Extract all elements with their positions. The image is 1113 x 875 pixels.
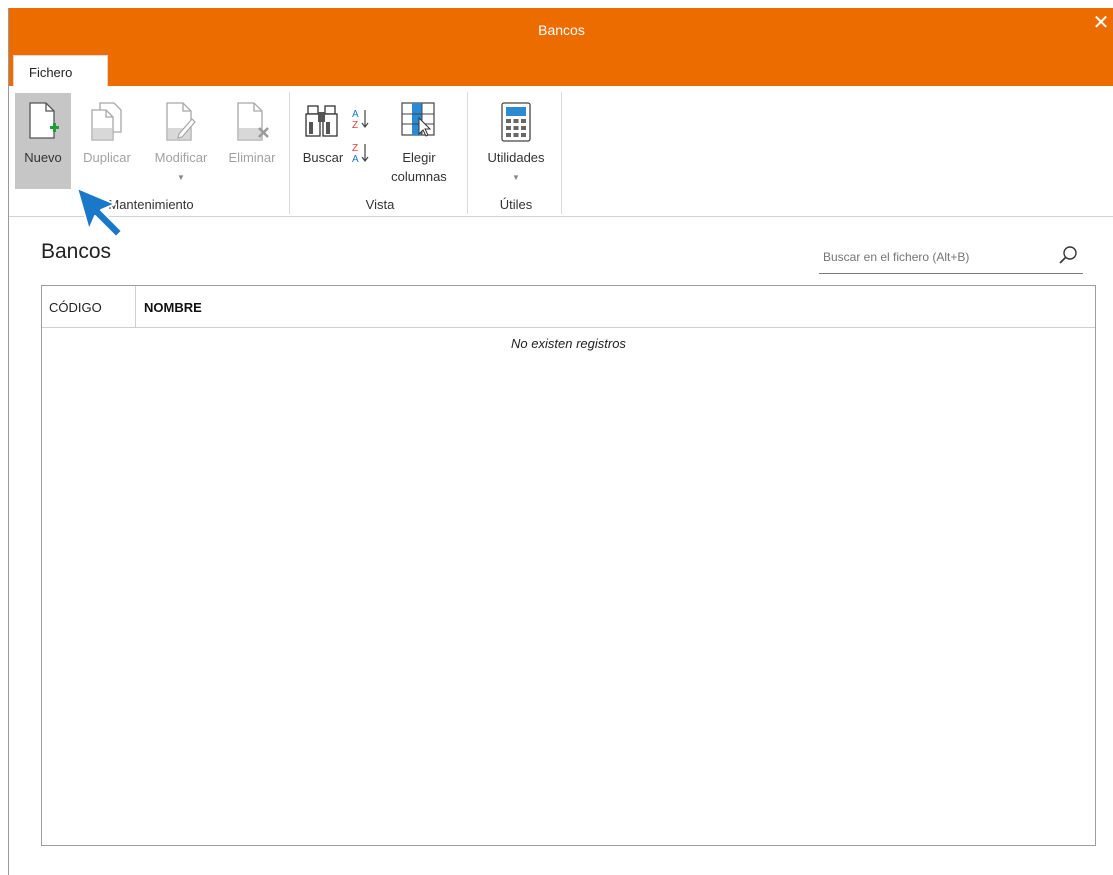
search-icon[interactable]	[1057, 244, 1079, 266]
chevron-down-icon: ▼	[177, 173, 185, 182]
window-title: Bancos	[538, 22, 585, 38]
group-label-utiles: Útiles	[499, 197, 533, 212]
svg-text:A: A	[352, 109, 359, 120]
ribbon: Nuevo Duplicar Modificar ▼ Eliminar Mant…	[9, 86, 1113, 217]
utilidades-label: Utilidades	[487, 150, 545, 165]
utilidades-button[interactable]: Utilidades ▼	[473, 93, 559, 189]
records-table: CÓDIGO NOMBRE No existen registros	[41, 285, 1096, 846]
sort-ascending-button[interactable]: A Z	[351, 106, 373, 132]
svg-text:Z: Z	[352, 143, 358, 154]
search-box	[819, 240, 1083, 274]
columnas-label: columnas	[391, 169, 447, 184]
elegir-columnas-button[interactable]: Elegir columnas	[375, 93, 463, 189]
group-separator	[561, 92, 562, 214]
svg-text:Z: Z	[352, 120, 358, 131]
title-bar: Bancos ✕ Fichero	[9, 8, 1113, 86]
buscar-button[interactable]: Buscar	[297, 93, 349, 189]
bancos-window: Bancos ✕ Fichero Nuevo Duplicar Modifica…	[8, 8, 1113, 875]
new-document-icon	[29, 102, 59, 139]
group-separator	[289, 92, 290, 214]
chevron-down-icon: ▼	[512, 173, 520, 182]
page-title: Bancos	[41, 240, 112, 263]
duplicar-button[interactable]: Duplicar	[71, 93, 143, 189]
sort-descending-button[interactable]: Z A	[351, 140, 373, 166]
svg-text:A: A	[352, 154, 359, 165]
eliminar-button[interactable]: Eliminar	[219, 93, 285, 189]
empty-message: No existen registros	[511, 336, 626, 351]
column-header-codigo[interactable]: CÓDIGO	[42, 286, 136, 327]
duplicate-icon	[91, 102, 122, 141]
modificar-button[interactable]: Modificar ▼	[143, 93, 219, 189]
delete-document-icon	[237, 102, 269, 141]
elegir-label: Elegir	[402, 150, 436, 165]
modificar-label: Modificar	[154, 150, 208, 165]
buscar-label: Buscar	[302, 150, 344, 165]
calculator-icon	[501, 102, 531, 142]
eliminar-label: Eliminar	[228, 150, 276, 165]
nuevo-button[interactable]: Nuevo	[15, 93, 71, 189]
sort-za-icon: Z A	[352, 143, 369, 165]
search-input[interactable]	[823, 246, 1038, 268]
column-header-nombre[interactable]: NOMBRE	[136, 286, 1095, 327]
table-header: CÓDIGO NOMBRE	[42, 286, 1095, 328]
nuevo-label: Nuevo	[24, 150, 62, 165]
group-separator	[467, 92, 468, 214]
pointer-arrow-icon	[76, 187, 123, 238]
choose-columns-icon	[401, 102, 435, 137]
edit-document-icon	[166, 102, 196, 141]
sort-az-icon: A Z	[352, 109, 369, 131]
close-icon[interactable]: ✕	[1090, 12, 1112, 34]
duplicar-label: Duplicar	[83, 150, 131, 165]
tab-fichero[interactable]: Fichero	[13, 55, 108, 86]
group-label-vista: Vista	[365, 197, 395, 212]
binoculars-icon	[305, 105, 338, 137]
